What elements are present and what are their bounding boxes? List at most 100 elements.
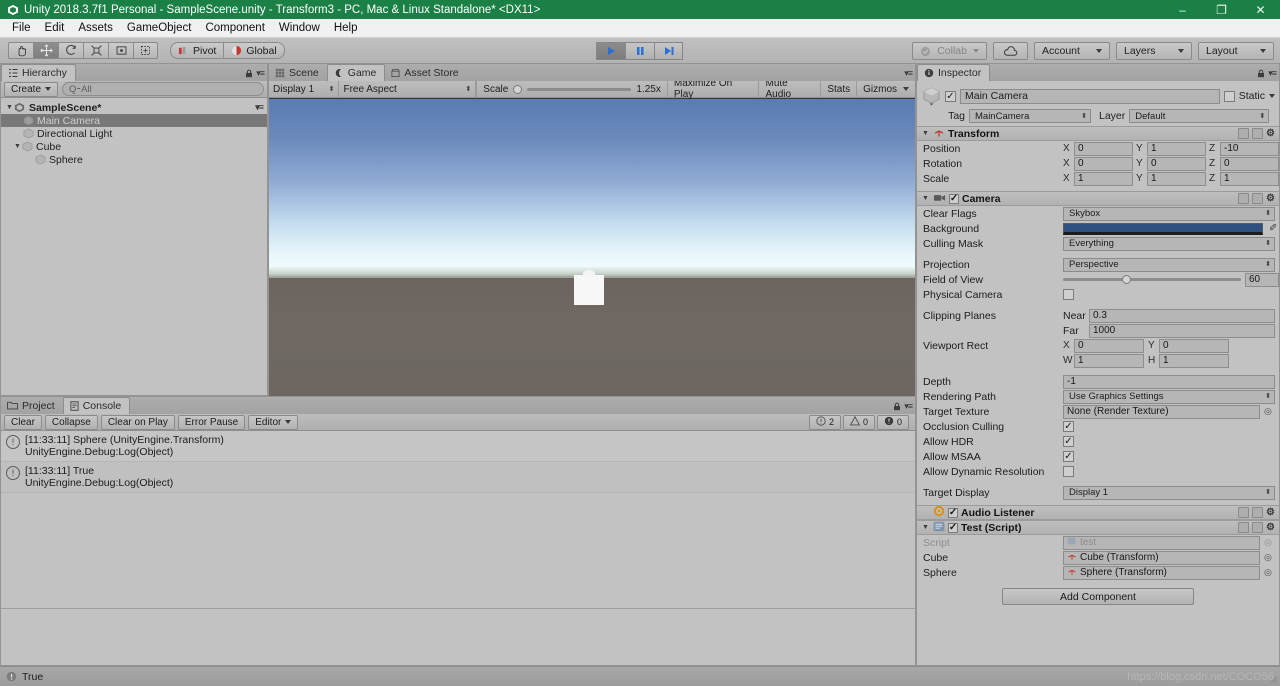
physical-camera-checkbox[interactable] <box>1063 289 1074 300</box>
warning-count-toggle[interactable]: 0 <box>842 414 875 430</box>
maximize-on-play-toggle[interactable]: Maximize On Play <box>666 78 759 100</box>
menu-window[interactable]: Window <box>272 21 327 35</box>
position-y-input[interactable]: 1 <box>1147 141 1206 156</box>
position-z-input[interactable]: -10 <box>1220 141 1279 156</box>
pivot-toggle[interactable]: Pivot <box>170 42 224 59</box>
object-name-input[interactable]: Main Camera <box>960 88 1220 104</box>
projection-dropdown[interactable]: Perspective ⬍ <box>1063 257 1275 272</box>
fov-slider[interactable] <box>1063 273 1241 287</box>
layout-button[interactable]: Layout <box>1198 42 1274 60</box>
clear-on-play-toggle[interactable]: Clear on Play <box>100 414 175 430</box>
move-tool-button[interactable] <box>33 42 58 59</box>
occlusion-culling-checkbox[interactable] <box>1063 421 1074 432</box>
hand-tool-button[interactable] <box>8 42 33 59</box>
fov-input[interactable]: 60 <box>1245 272 1279 287</box>
panel-menu-icon[interactable]: ▾≡ <box>256 68 265 79</box>
tab-project[interactable]: Project <box>1 397 63 414</box>
rotation-x-input[interactable]: 0 <box>1074 156 1133 171</box>
sphere-object-field[interactable]: Sphere (Transform) <box>1063 565 1260 580</box>
scale-slider-knob[interactable] <box>513 84 523 94</box>
depth-input[interactable]: -1 <box>1063 374 1275 389</box>
panel-menu-icon[interactable]: ▾≡ <box>904 401 913 412</box>
tab-game[interactable]: Game <box>326 64 386 81</box>
tab-inspector[interactable]: Inspector <box>917 64 991 81</box>
menu-component[interactable]: Component <box>198 21 271 35</box>
minimize-button[interactable]: – <box>1163 0 1202 19</box>
console-log-row[interactable]: ! [11:33:11] True UnityEngine.Debug:Log(… <box>1 462 915 493</box>
viewport-y-input[interactable]: 0 <box>1159 338 1229 353</box>
audio-listener-enabled-checkbox[interactable] <box>948 507 958 518</box>
script-enabled-checkbox[interactable] <box>948 522 958 533</box>
preset-icon[interactable] <box>1252 193 1264 204</box>
resize-grip-icon[interactable] <box>1268 674 1278 684</box>
object-picker-icon[interactable]: ◎ <box>1264 406 1272 417</box>
allow-dynamic-resolution-checkbox[interactable] <box>1063 466 1074 477</box>
lock-icon[interactable] <box>245 69 253 78</box>
global-toggle[interactable]: Global <box>223 42 285 59</box>
gear-icon[interactable]: ⚙ <box>1266 128 1275 139</box>
tag-dropdown[interactable]: MainCamera ⬍ <box>969 109 1091 123</box>
hierarchy-item-main-camera[interactable]: Main Camera <box>1 114 267 127</box>
object-picker-icon[interactable]: ◎ <box>1264 567 1272 578</box>
help-icon[interactable] <box>1238 507 1250 518</box>
info-count-toggle[interactable]: 2 <box>808 414 841 430</box>
static-checkbox[interactable] <box>1223 90 1235 102</box>
menu-assets[interactable]: Assets <box>71 21 120 35</box>
clear-flags-dropdown[interactable]: Skybox ⬍ <box>1063 206 1275 221</box>
tab-hierarchy[interactable]: Hierarchy <box>1 64 76 81</box>
gear-icon[interactable]: ⚙ <box>1266 193 1275 204</box>
add-component-button[interactable]: Add Component <box>1002 588 1194 605</box>
help-icon[interactable] <box>1238 522 1250 533</box>
scale-z-input[interactable]: 1 <box>1220 171 1279 186</box>
layers-button[interactable]: Layers <box>1116 42 1192 60</box>
hierarchy-scene-row[interactable]: ▼ SampleScene* ▾≡ <box>1 101 267 114</box>
chevron-down-icon[interactable]: ▼ <box>921 195 930 202</box>
rect-tool-button[interactable] <box>108 42 133 59</box>
tab-asset-store[interactable]: Asset Store <box>385 64 466 81</box>
preset-icon[interactable] <box>1252 507 1264 518</box>
gear-icon[interactable]: ⚙ <box>1266 522 1275 533</box>
tab-scene[interactable]: Scene <box>269 64 327 81</box>
scene-menu-icon[interactable]: ▾≡ <box>255 102 264 113</box>
target-texture-input[interactable]: None (Render Texture) <box>1063 404 1260 419</box>
lock-icon[interactable] <box>1257 69 1265 78</box>
chevron-down-icon[interactable]: ▼ <box>13 143 22 150</box>
component-header-audio-listener[interactable]: Audio Listener ⚙ <box>917 505 1279 520</box>
viewport-x-input[interactable]: 0 <box>1074 338 1144 353</box>
menu-file[interactable]: File <box>5 21 38 35</box>
target-display-dropdown[interactable]: Display 1 ⬍ <box>1063 485 1275 500</box>
viewport-w-input[interactable]: 1 <box>1074 353 1144 368</box>
allow-hdr-checkbox[interactable] <box>1063 436 1074 447</box>
rotate-tool-button[interactable] <box>58 42 83 59</box>
scale-x-input[interactable]: 1 <box>1074 171 1133 186</box>
chevron-down-icon[interactable]: ▼ <box>921 524 930 531</box>
account-button[interactable]: Account <box>1034 42 1110 60</box>
component-header-camera[interactable]: ▼ Camera ⚙ <box>917 191 1279 206</box>
create-button[interactable]: Create <box>4 81 59 97</box>
layer-dropdown[interactable]: Default ⬍ <box>1129 109 1270 123</box>
restore-button[interactable]: ❐ <box>1202 0 1241 19</box>
editor-dropdown[interactable]: Editor <box>248 414 299 430</box>
far-input[interactable]: 1000 <box>1089 323 1275 338</box>
preset-icon[interactable] <box>1252 128 1264 139</box>
component-header-test-script[interactable]: ▼ Test (Script) ⚙ <box>917 520 1279 535</box>
near-input[interactable]: 0.3 <box>1089 308 1275 323</box>
gear-icon[interactable]: ⚙ <box>1266 507 1275 518</box>
collapse-toggle[interactable]: Collapse <box>44 414 98 430</box>
panel-menu-icon[interactable]: ▾≡ <box>1268 68 1277 79</box>
rotation-z-input[interactable]: 0 <box>1220 156 1279 171</box>
panel-menu-icon[interactable]: ▾≡ <box>904 68 913 79</box>
stats-toggle[interactable]: Stats <box>820 80 856 98</box>
preset-icon[interactable] <box>1252 522 1264 533</box>
error-count-toggle[interactable]: 0 <box>876 414 909 430</box>
help-icon[interactable] <box>1238 193 1250 204</box>
play-button[interactable] <box>596 42 625 60</box>
step-button[interactable] <box>654 42 683 60</box>
rendering-path-dropdown[interactable]: Use Graphics Settings ⬍ <box>1063 389 1275 404</box>
pause-button[interactable] <box>625 42 654 60</box>
hierarchy-item-sphere[interactable]: Sphere <box>1 153 267 166</box>
scale-slider-track[interactable] <box>527 87 632 91</box>
mute-audio-toggle[interactable]: Mute Audio <box>758 78 820 100</box>
scale-y-input[interactable]: 1 <box>1147 171 1206 186</box>
error-pause-toggle[interactable]: Error Pause <box>177 414 246 430</box>
